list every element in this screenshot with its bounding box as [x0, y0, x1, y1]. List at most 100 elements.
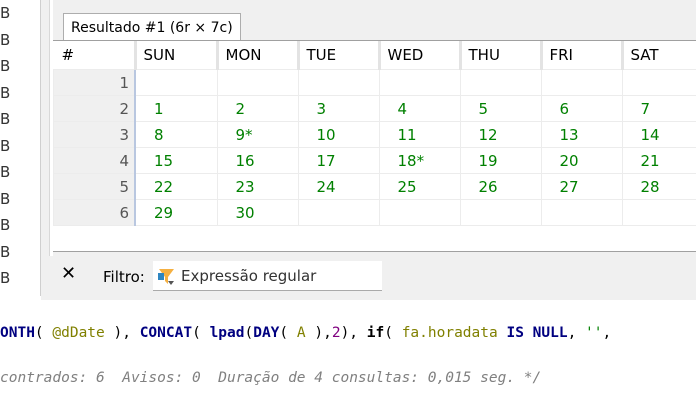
table-row: 6 29 30 — [53, 199, 696, 226]
table-cell[interactable] — [621, 199, 696, 226]
column-header[interactable]: WED — [377, 41, 460, 70]
table-cell[interactable]: 20 — [540, 147, 623, 174]
sql-comment-line[interactable]: contrados: 6 Avisos: 0 Duração de 4 cons… — [0, 370, 541, 386]
column-header[interactable]: SUN — [133, 41, 217, 70]
table-cell[interactable]: 8 — [134, 121, 218, 148]
left-strip-item: B — [0, 242, 11, 261]
table-cell[interactable]: 16 — [216, 147, 299, 174]
sql-code-line[interactable]: ONTH( @dDate ), CONCAT( lpad(DAY( A ),2)… — [0, 325, 611, 341]
left-strip-item: B — [0, 216, 11, 234]
left-strip-item: B — [0, 57, 11, 75]
table-cell[interactable]: 24 — [297, 173, 380, 200]
table-cell[interactable] — [297, 199, 380, 226]
table-cell[interactable] — [378, 69, 461, 96]
code-token: IS NULL — [506, 325, 568, 341]
table-cell[interactable]: 30 — [216, 199, 299, 226]
table-cell[interactable]: 26 — [459, 173, 542, 200]
filter-bar: ✕ Filtro: Expressão regular — [41, 256, 696, 298]
table-cell[interactable]: 5 — [459, 95, 542, 122]
table-cell[interactable]: 29 — [134, 199, 218, 226]
row-number[interactable]: 6 — [53, 199, 136, 226]
column-header[interactable]: TUE — [296, 41, 379, 70]
code-token: ), — [104, 325, 140, 341]
table-cell[interactable]: 4 — [378, 95, 461, 122]
code-token: ONTH — [0, 325, 35, 341]
table-cell[interactable]: 21 — [621, 147, 696, 174]
code-token: @dDate — [52, 325, 105, 341]
table-cell[interactable] — [459, 199, 542, 226]
result-grid: # SUN MON TUE WED THU FRI SAT 1 2 1 2 3 4 5 6 7 3 8 9* 10 11 1… — [53, 40, 696, 252]
table-cell[interactable]: 23 — [216, 173, 299, 200]
code-token: ), — [340, 325, 367, 341]
row-number[interactable]: 2 — [53, 95, 136, 122]
table-row: 3 8 9* 10 11 12 13 14 — [53, 121, 696, 148]
code-token: 2 — [331, 325, 341, 341]
column-header[interactable]: MON — [215, 41, 298, 70]
filter-label: Filtro: — [103, 268, 145, 286]
left-strip-item: B — [0, 83, 11, 102]
table-cell[interactable]: 15 — [134, 147, 218, 174]
code-token: fa.horadata — [401, 325, 498, 341]
filter-placeholder: Expressão regular — [181, 267, 317, 285]
table-cell[interactable]: 11 — [378, 121, 461, 148]
code-token: lpad — [209, 325, 245, 341]
table-row: 1 — [53, 69, 696, 96]
table-cell[interactable] — [540, 69, 623, 96]
column-header[interactable]: SAT — [620, 41, 696, 70]
tab-result-1[interactable]: Resultado #1 (6r × 7c) — [63, 13, 241, 41]
table-cell[interactable]: 6 — [540, 95, 623, 122]
funnel-icon[interactable] — [157, 268, 175, 286]
table-cell[interactable] — [134, 69, 218, 96]
row-number[interactable]: 3 — [53, 121, 136, 148]
left-panel-strip: BBBBBBBBBBB — [0, 0, 41, 296]
table-cell[interactable]: 13 — [540, 121, 623, 148]
table-cell[interactable] — [540, 199, 623, 226]
table-cell[interactable]: 10 — [297, 121, 380, 148]
row-number[interactable]: 4 — [53, 147, 136, 174]
table-cell[interactable]: 25 — [378, 173, 461, 200]
table-cell[interactable]: 3 — [297, 95, 380, 122]
table-cell[interactable]: 22 — [134, 173, 218, 200]
table-cell[interactable]: 17 — [297, 147, 380, 174]
left-strip-item: B — [0, 30, 11, 49]
table-row: 21234567 — [53, 95, 696, 122]
column-header[interactable]: FRI — [539, 41, 622, 70]
code-token: ( — [34, 325, 53, 341]
table-row: 4 15 16 17 18* 19 20 21 — [53, 147, 696, 174]
table-cell[interactable]: 27 — [540, 173, 623, 200]
code-token: , — [567, 325, 586, 341]
left-strip-item: B — [0, 110, 11, 128]
column-header[interactable]: THU — [458, 41, 541, 70]
code-token: ( — [279, 325, 297, 341]
code-token: ( — [244, 325, 254, 341]
filter-input[interactable]: Expressão regular — [153, 261, 382, 291]
code-token: DAY — [253, 325, 280, 341]
column-header[interactable]: # — [54, 41, 136, 70]
left-strip-item: B — [0, 189, 11, 208]
table-cell[interactable]: 7 — [621, 95, 696, 122]
code-token: ( — [192, 325, 210, 341]
table-cell[interactable]: 18* — [378, 147, 461, 174]
table-cell[interactable] — [297, 69, 380, 96]
table-cell[interactable]: 2 — [216, 95, 299, 122]
code-token: A — [296, 325, 306, 341]
table-cell[interactable]: 19 — [459, 147, 542, 174]
code-token: CONCAT — [139, 325, 193, 341]
table-cell[interactable] — [378, 199, 461, 226]
row-number[interactable]: 1 — [53, 69, 136, 96]
table-cell[interactable] — [621, 69, 696, 96]
left-strip-item: B — [0, 136, 11, 155]
table-row: 5 22 23 24 25 26 27 28 — [53, 173, 696, 200]
table-cell[interactable]: 9* — [216, 121, 299, 148]
code-token: if — [366, 325, 385, 341]
close-filter-icon[interactable]: ✕ — [61, 263, 76, 284]
row-number[interactable]: 5 — [53, 173, 136, 200]
table-cell[interactable]: 12 — [459, 121, 542, 148]
table-cell[interactable]: 28 — [621, 173, 696, 200]
left-strip-item: B — [0, 4, 11, 22]
table-cell[interactable] — [459, 69, 542, 96]
code-token: ( — [384, 325, 402, 341]
table-cell[interactable]: 14 — [621, 121, 696, 148]
table-cell[interactable]: 1 — [134, 95, 218, 122]
table-cell[interactable] — [216, 69, 299, 96]
